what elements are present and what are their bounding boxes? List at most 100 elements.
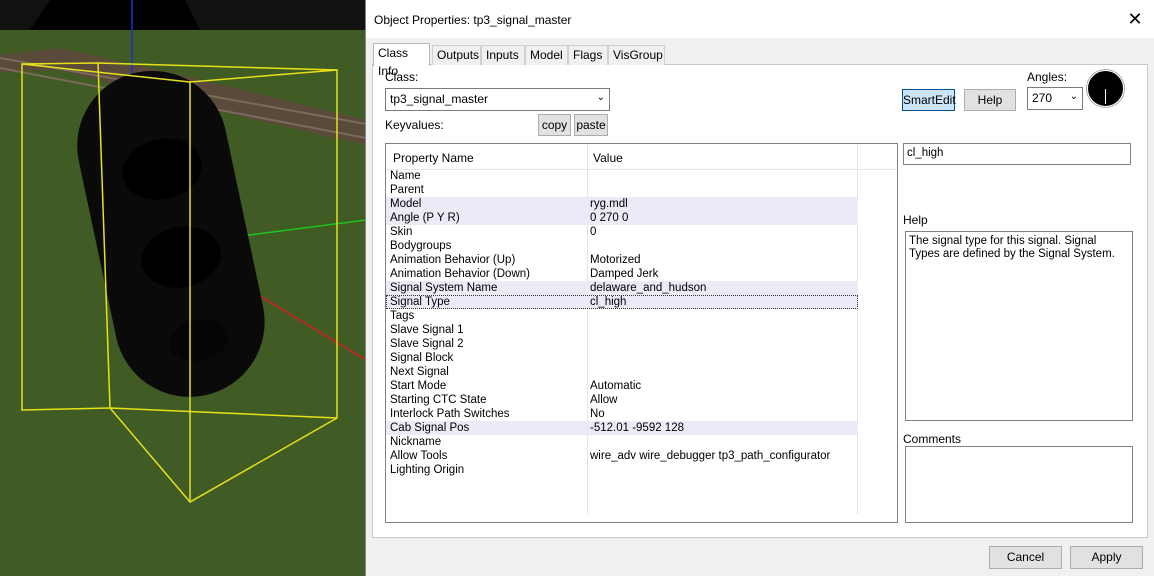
apply-button[interactable]: Apply [1070, 546, 1143, 569]
table-row[interactable]: Model ryg.mdl [386, 197, 858, 211]
angles-select-value: 270 [1032, 91, 1053, 105]
table-row[interactable]: Angle (P Y R) 0 270 0 [386, 211, 858, 225]
help-description: The signal type for this signal. Signal … [909, 235, 1115, 260]
row-value: ryg.mdl [590, 198, 628, 210]
class-select-value: tp3_signal_master [390, 92, 489, 106]
row-value: 0 270 0 [590, 212, 629, 224]
row-key: Animation Behavior (Down) [390, 268, 530, 280]
row-key: Nickname [390, 436, 442, 448]
row-value: Allow [590, 394, 618, 406]
row-value: cl_high [590, 296, 627, 308]
title-bar: Object Properties: tp3_signal_master ✕ [366, 0, 1154, 38]
value-edit-field[interactable]: cl_high [903, 143, 1131, 165]
header-property-name: Property Name [393, 151, 474, 165]
row-value: Automatic [590, 380, 642, 392]
comments-textarea[interactable] [905, 446, 1133, 523]
row-key: Tags [390, 310, 415, 322]
row-value: delaware_and_hudson [590, 282, 707, 294]
footer-bar: Cancel Apply [366, 538, 1154, 576]
row-key: Lighting Origin [390, 464, 465, 476]
close-icon: ✕ [1127, 9, 1143, 29]
table-row[interactable]: Animation Behavior (Up) Motorized [386, 253, 858, 267]
close-button[interactable]: ✕ [1121, 8, 1149, 32]
tab-flags[interactable]: Flags [568, 45, 608, 65]
tab-label: Inputs [486, 48, 519, 62]
row-value: wire_adv wire_debugger tp3_path_configur… [590, 450, 831, 462]
row-key: Signal Type [390, 296, 450, 308]
help-button[interactable]: Help [964, 89, 1016, 111]
table-row[interactable]: Bodygroups [386, 239, 858, 253]
row-value: 0 [590, 226, 597, 238]
row-key: Signal Block [390, 352, 454, 364]
comments-label: Comments [903, 432, 962, 446]
row-key: Model [390, 198, 422, 210]
table-row[interactable]: Slave Signal 2 [386, 337, 858, 351]
viewport-scene [0, 0, 366, 576]
row-key: Animation Behavior (Up) [390, 254, 516, 266]
row-value: -512.01 -9592 128 [590, 422, 684, 434]
row-key: Bodygroups [390, 240, 452, 252]
row-key: Next Signal [390, 366, 449, 378]
row-value: Damped Jerk [590, 268, 659, 280]
table-row[interactable]: Animation Behavior (Down) Damped Jerk [386, 267, 858, 281]
row-key: Slave Signal 1 [390, 324, 464, 336]
tab-outputs[interactable]: Outputs [432, 45, 481, 65]
table-row[interactable]: Allow Tools wire_adv wire_debugger tp3_pa… [386, 449, 858, 463]
3d-viewport[interactable] [0, 0, 366, 576]
table-row[interactable]: Slave Signal 1 [386, 323, 858, 337]
table-row[interactable]: Name [386, 169, 858, 183]
tab-visgroup[interactable]: VisGroup [608, 45, 665, 65]
angle-dial[interactable] [1087, 70, 1124, 107]
row-key: Starting CTC State [390, 394, 487, 406]
row-value: No [590, 408, 605, 420]
dialog-title: Object Properties: tp3_signal_master [374, 13, 572, 27]
angle-needle [1105, 89, 1106, 104]
smartedit-button[interactable]: SmartEdit [902, 89, 956, 111]
table-row[interactable]: Tags [386, 309, 858, 323]
grid-rows: Name Parent Model ryg.mdl Angle (P Y R) 0 … [386, 169, 858, 477]
row-key: Slave Signal 2 [390, 338, 464, 350]
help-section-label: Help [903, 213, 928, 227]
tab-model[interactable]: Model [525, 45, 568, 65]
value-edit-text: cl_high [907, 147, 944, 159]
table-row[interactable]: Starting CTC State Allow [386, 393, 858, 407]
row-key: Skin [390, 226, 413, 238]
row-key: Cab Signal Pos [390, 422, 470, 434]
angles-select[interactable]: 270 ⌄ [1027, 87, 1083, 110]
keyvalues-grid[interactable]: Property Name Value Name Parent Model ryg… [385, 143, 898, 523]
table-row[interactable]: Lighting Origin [386, 463, 858, 477]
tab-label: Model [530, 48, 563, 62]
row-key: Angle (P Y R) [390, 212, 460, 224]
object-properties-dialog: Object Properties: tp3_signal_master ✕ C… [365, 0, 1154, 576]
table-row[interactable]: Next Signal [386, 365, 858, 379]
tab-inputs[interactable]: Inputs [481, 45, 525, 65]
header-value: Value [593, 151, 623, 165]
tab-label: VisGroup [613, 48, 663, 62]
grid-header: Property Name Value [386, 144, 897, 514]
table-row[interactable]: Signal Block [386, 351, 858, 365]
table-row[interactable]: Skin 0 [386, 225, 858, 239]
table-row[interactable]: Signal System Name delaware_and_hudson [386, 281, 858, 295]
table-row[interactable]: Start Mode Automatic [386, 379, 858, 393]
chevron-down-icon: ⌄ [596, 92, 605, 103]
table-row[interactable]: Nickname [386, 435, 858, 449]
row-key: Signal System Name [390, 282, 498, 294]
row-key: Name [390, 170, 421, 182]
row-key: Interlock Path Switches [390, 408, 510, 420]
row-key: Parent [390, 184, 424, 196]
class-select[interactable]: tp3_signal_master ⌄ [385, 88, 610, 111]
row-key: Start Mode [390, 380, 447, 392]
help-text-box: The signal type for this signal. Signal … [905, 231, 1133, 421]
paste-button[interactable]: paste [574, 114, 608, 136]
table-row[interactable]: Parent [386, 183, 858, 197]
table-row[interactable]: Interlock Path Switches No [386, 407, 858, 421]
keyvalues-label: Keyvalues: [385, 118, 444, 132]
table-row-selected[interactable]: Signal Type cl_high [386, 295, 858, 309]
copy-button[interactable]: copy [538, 114, 571, 136]
tab-class-info[interactable]: Class Info [373, 43, 430, 78]
row-value: Motorized [590, 254, 641, 266]
chevron-down-icon: ⌄ [1069, 91, 1078, 102]
tab-label: Outputs [437, 48, 480, 62]
table-row[interactable]: Cab Signal Pos -512.01 -9592 128 [386, 421, 858, 435]
cancel-button[interactable]: Cancel [989, 546, 1062, 569]
